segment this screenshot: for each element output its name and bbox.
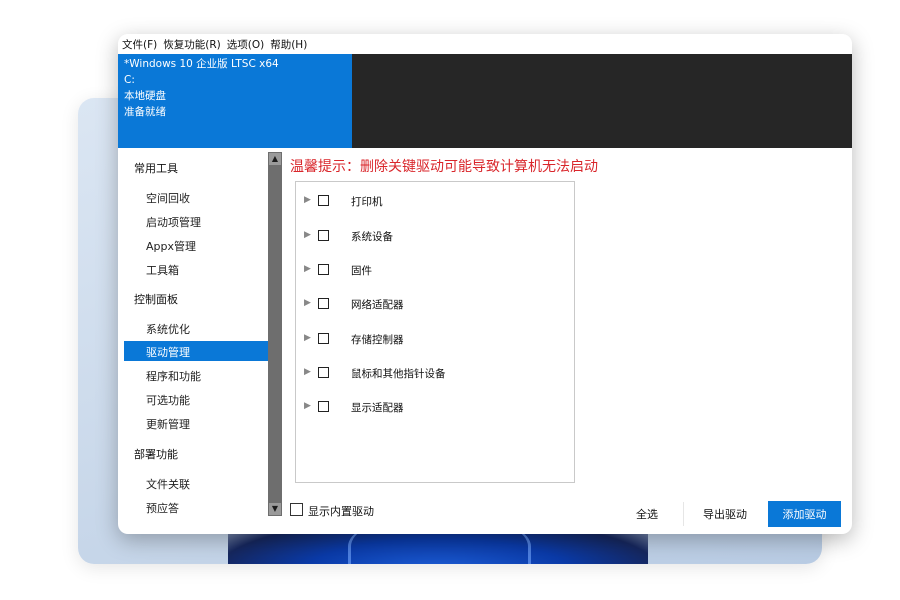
app-window: 文件(F) 恢复功能(R) 选项(O) 帮助(H) *Windows 10 企业…: [118, 34, 852, 534]
sidebar-item-programs[interactable]: 程序和功能: [146, 368, 201, 384]
menu-options[interactable]: 选项(O): [227, 37, 264, 52]
tree-row-label: 存储控制器: [351, 334, 404, 346]
triangle-down-icon[interactable]: ▼: [269, 503, 281, 515]
tree-row-printer[interactable]: ▶ 打印机: [296, 191, 574, 213]
tree-row-label: 显示适配器: [351, 402, 404, 414]
export-drivers-button[interactable]: 导出驱动: [690, 501, 760, 527]
show-builtin-label[interactable]: 显示内置驱动: [308, 503, 374, 519]
checkbox[interactable]: [318, 298, 329, 309]
sidebar-item-label: 驱动管理: [146, 346, 190, 359]
tree-row-firmware[interactable]: ▶ 固件: [296, 260, 574, 282]
tree-row-display-adapters[interactable]: ▶ 显示适配器: [296, 397, 574, 419]
sidebar-item-optional-features[interactable]: 可选功能: [146, 392, 190, 408]
sidebar-item-system-optimize[interactable]: 系统优化: [146, 321, 190, 337]
tree-row-label: 鼠标和其他指针设备: [351, 368, 446, 380]
tree-row-network-adapters[interactable]: ▶ 网络适配器: [296, 294, 574, 316]
sidebar-item-file-association[interactable]: 文件关联: [146, 476, 190, 492]
tree-row-storage-controllers[interactable]: ▶ 存储控制器: [296, 329, 574, 351]
menu-restore[interactable]: 恢复功能(R): [163, 37, 221, 52]
sidebar-category-control-panel: 控制面板: [134, 293, 178, 306]
image-name: *Windows 10 企业版 LTSC x64: [124, 58, 279, 70]
tree-row-label: 网络适配器: [351, 299, 404, 311]
tree-row-system-devices[interactable]: ▶ 系统设备: [296, 226, 574, 248]
chevron-right-icon[interactable]: ▶: [304, 230, 311, 240]
select-all-button[interactable]: 全选: [618, 501, 676, 527]
chevron-right-icon[interactable]: ▶: [304, 264, 311, 274]
sidebar-item-toolbox[interactable]: 工具箱: [146, 262, 179, 278]
checkbox[interactable]: [318, 401, 329, 412]
status-text: 准备就绪: [124, 106, 166, 118]
tree-row-label: 打印机: [351, 196, 383, 208]
checkbox[interactable]: [318, 264, 329, 275]
driver-tree: ▶ 打印机 ▶ 系统设备 ▶ 固件 ▶ 网络适配器 ▶ 存储控制器 ▶ 鼠标和其…: [295, 181, 575, 483]
sidebar-item-appx[interactable]: Appx管理: [146, 238, 196, 254]
chevron-right-icon[interactable]: ▶: [304, 367, 311, 377]
sidebar-category-deployment: 部署功能: [134, 448, 178, 461]
checkbox[interactable]: [318, 230, 329, 241]
sidebar-item-updates[interactable]: 更新管理: [146, 416, 190, 432]
checkbox[interactable]: [318, 195, 329, 206]
drive-letter: C:: [124, 74, 135, 86]
chevron-right-icon[interactable]: ▶: [304, 195, 311, 205]
menu-file[interactable]: 文件(F): [122, 37, 157, 52]
info-bar: *Windows 10 企业版 LTSC x64 C: 本地硬盘 准备就绪: [118, 54, 852, 148]
divider: [683, 502, 684, 526]
sidebar-category-common-tools: 常用工具: [134, 162, 178, 175]
menu-bar: 文件(F) 恢复功能(R) 选项(O) 帮助(H): [118, 34, 852, 54]
chevron-right-icon[interactable]: ▶: [304, 333, 311, 343]
show-builtin-checkbox[interactable]: [290, 503, 303, 516]
checkbox[interactable]: [318, 333, 329, 344]
menu-help[interactable]: 帮助(H): [270, 37, 307, 52]
checkbox[interactable]: [318, 367, 329, 378]
sidebar-item-startup[interactable]: 启动项管理: [146, 214, 201, 230]
triangle-up-icon[interactable]: ▲: [269, 153, 281, 165]
chevron-right-icon[interactable]: ▶: [304, 401, 311, 411]
sidebar-scrollbar[interactable]: ▲ ▼: [268, 152, 282, 516]
tree-row-label: 系统设备: [351, 231, 393, 243]
image-info-panel[interactable]: *Windows 10 企业版 LTSC x64 C: 本地硬盘 准备就绪: [118, 54, 352, 148]
disk-type: 本地硬盘: [124, 90, 166, 102]
sidebar-item-space-reclaim[interactable]: 空间回收: [146, 190, 190, 206]
tree-row-label: 固件: [351, 265, 372, 277]
chevron-right-icon[interactable]: ▶: [304, 298, 311, 308]
warning-text: 温馨提示：删除关键驱动可能导致计算机无法启动: [290, 159, 598, 175]
tree-row-pointing-devices[interactable]: ▶ 鼠标和其他指针设备: [296, 363, 574, 385]
sidebar: 常用工具 空间回收 启动项管理 Appx管理 工具箱 控制面板 系统优化 驱动管…: [118, 148, 268, 520]
sidebar-item-driver-management[interactable]: 驱动管理: [124, 341, 268, 361]
sidebar-item-answer-file[interactable]: 预应答: [146, 500, 179, 516]
add-drivers-button[interactable]: 添加驱动: [768, 501, 841, 527]
